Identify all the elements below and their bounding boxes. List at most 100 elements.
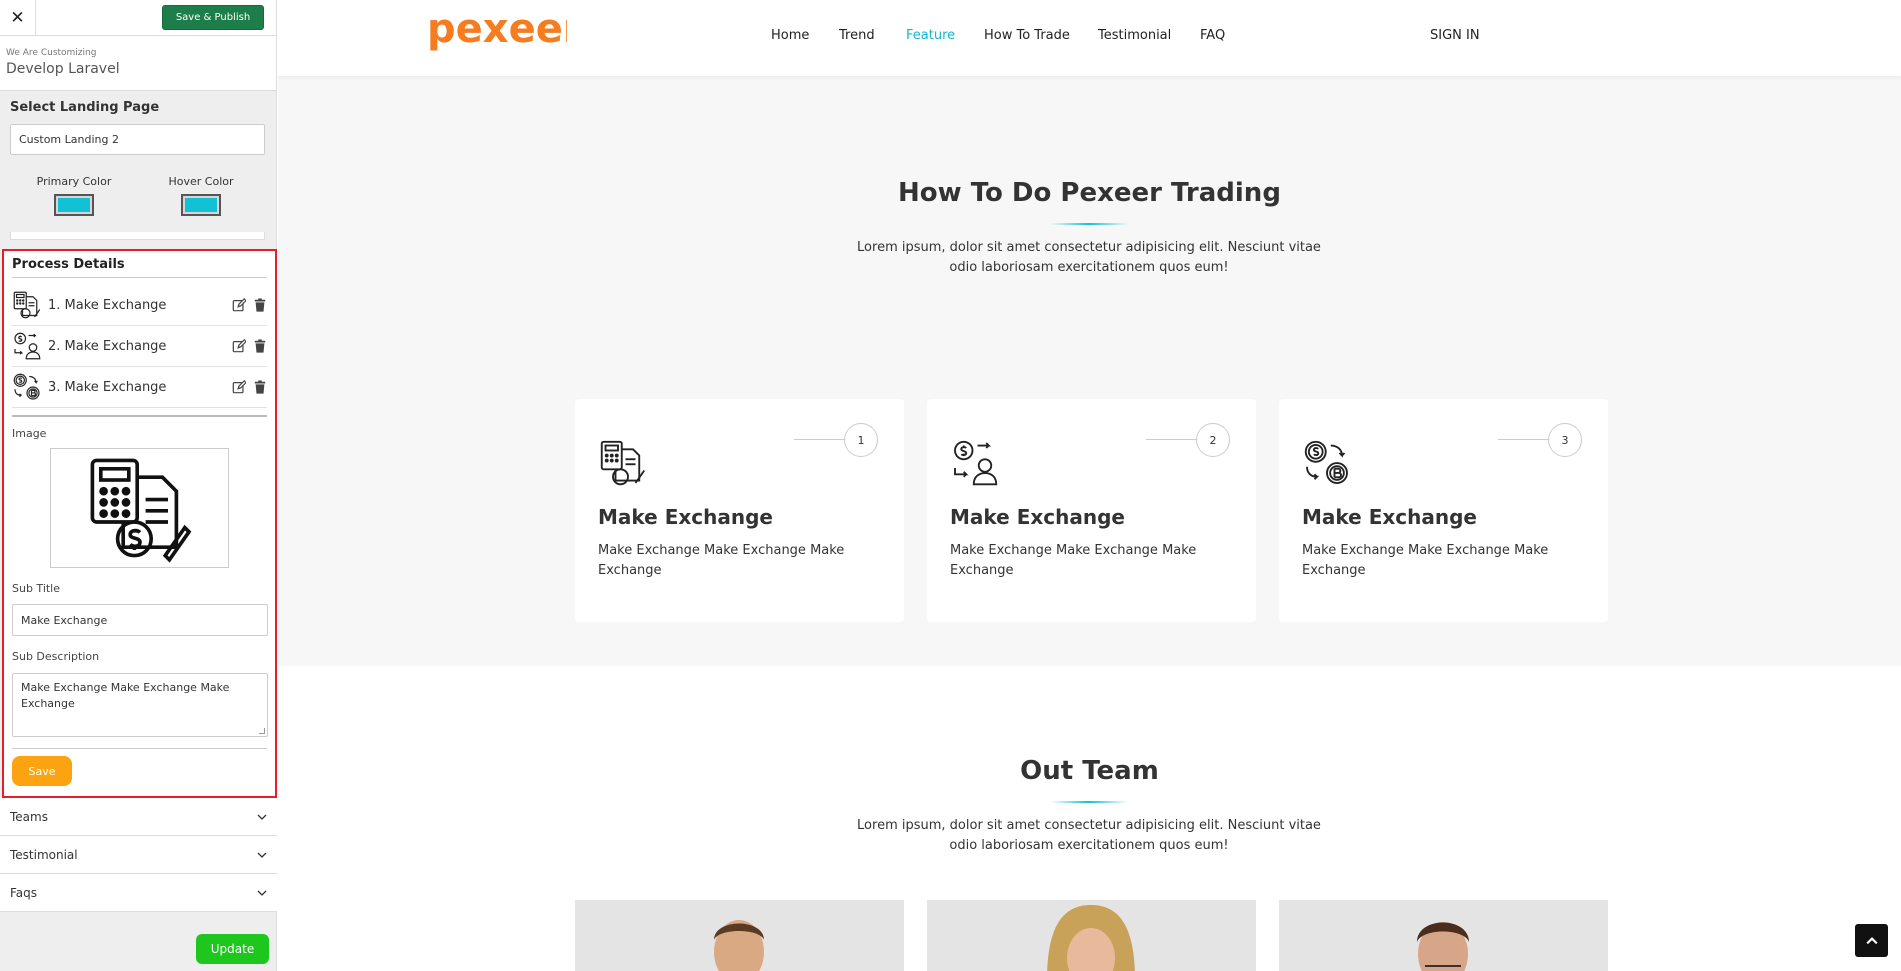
process-card: 1 Make Exchange Make Exchange Make Excha… <box>575 399 904 622</box>
how-to-section: How To Do Pexeer Trading Lorem ipsum, do… <box>278 76 1901 666</box>
how-to-title: How To Do Pexeer Trading <box>898 178 1281 208</box>
accordion-label: Testimonial <box>10 847 78 862</box>
save-publish-button[interactable]: Save & Publish <box>162 5 264 30</box>
close-icon[interactable]: ✕ <box>0 0 36 35</box>
title-underline <box>1050 223 1128 225</box>
team-member-photo <box>927 900 1256 971</box>
calculator-document-icon <box>600 440 646 486</box>
how-to-description: Lorem ipsum, dolor sit amet consectetur … <box>857 240 1321 275</box>
dollar-user-exchange-icon <box>14 332 41 360</box>
sidebar-topbar: ✕ Save & Publish <box>0 0 276 36</box>
divider <box>1498 439 1548 440</box>
primary-color-swatch[interactable] <box>54 194 94 216</box>
site-preview: pexeer Home Trend Feature How To Trade T… <box>278 0 1901 971</box>
nav-feature[interactable]: Feature <box>906 28 955 43</box>
card-description: Make Exchange Make Exchange Make Exchang… <box>598 543 845 578</box>
calculator-document-icon <box>90 458 191 563</box>
process-details-panel: Process Details 1. Make Exchange 2. Make… <box>2 249 277 798</box>
sub-title-label: Sub Title <box>12 582 61 595</box>
person-avatar-icon <box>1047 905 1135 971</box>
update-button[interactable]: Update <box>196 934 269 964</box>
delete-icon[interactable] <box>253 380 267 394</box>
divider <box>12 277 267 278</box>
accordion-testimonial[interactable]: Testimonial <box>0 836 277 874</box>
save-button[interactable]: Save <box>12 756 72 786</box>
nav-testimonial[interactable]: Testimonial <box>1098 28 1171 43</box>
nav-how-to-trade[interactable]: How To Trade <box>984 28 1070 43</box>
team-description: Lorem ipsum, dolor sit amet consectetur … <box>857 818 1321 853</box>
chevron-down-icon <box>257 814 267 820</box>
process-card: 2 Make Exchange Make Exchange Make Excha… <box>927 399 1256 622</box>
team-member-photo <box>575 900 904 971</box>
hover-color-label: Hover Color <box>168 175 234 188</box>
edit-icon[interactable] <box>232 339 246 353</box>
divider <box>794 439 844 440</box>
panel-edge <box>10 232 265 240</box>
chevron-up-icon <box>1865 936 1878 944</box>
card-title: Make Exchange <box>1302 505 1477 529</box>
nav-faq[interactable]: FAQ <box>1200 28 1225 43</box>
sub-title-input[interactable]: Make Exchange <box>12 604 268 636</box>
title-underline <box>1050 801 1128 803</box>
nav-trend[interactable]: Trend <box>839 28 875 43</box>
customizing-label: We Are Customizing <box>6 48 97 58</box>
card-title: Make Exchange <box>598 505 773 529</box>
hover-color-swatch[interactable] <box>181 194 221 216</box>
customizing-info: We Are Customizing Develop Laravel <box>0 36 276 91</box>
sub-description-value: Make Exchange Make Exchange Make Exchang… <box>21 681 230 710</box>
card-description: Make Exchange Make Exchange Make Exchang… <box>950 543 1197 578</box>
scroll-to-top-button[interactable] <box>1855 924 1888 957</box>
pexeer-logo[interactable]: pexeer <box>427 6 567 58</box>
calculator-document-icon <box>13 291 41 319</box>
step-number: 3 <box>1548 423 1582 457</box>
accordion-faqs[interactable]: Faqs <box>0 874 277 912</box>
divider <box>1146 439 1196 440</box>
team-member-photo <box>1279 900 1608 971</box>
sub-description-label: Sub Description <box>12 650 100 663</box>
process-card: 3 Make Exchange Make Exchange Make Excha… <box>1279 399 1608 622</box>
accordion-label: Faqs <box>10 885 38 900</box>
sign-in-link[interactable]: SIGN IN <box>1430 28 1480 43</box>
edit-icon[interactable] <box>232 380 246 394</box>
primary-color-picker[interactable]: Primary Color <box>24 175 124 216</box>
process-item[interactable]: 1. Make Exchange <box>12 285 267 326</box>
resize-handle[interactable] <box>259 728 265 734</box>
team-title: Out Team <box>1020 756 1159 786</box>
divider <box>12 748 267 749</box>
svg-text:pexeer: pexeer <box>427 6 567 52</box>
delete-icon[interactable] <box>253 339 267 353</box>
edit-icon[interactable] <box>232 298 246 312</box>
step-number: 2 <box>1196 423 1230 457</box>
site-navbar: pexeer Home Trend Feature How To Trade T… <box>278 0 1901 76</box>
accordion-teams[interactable]: Teams <box>0 798 277 836</box>
chevron-down-icon <box>257 852 267 858</box>
dollar-bitcoin-exchange-icon <box>13 373 40 400</box>
image-label: Image <box>12 427 47 440</box>
card-description: Make Exchange Make Exchange Make Exchang… <box>1302 543 1549 578</box>
delete-icon[interactable] <box>253 298 267 312</box>
customizer-sidebar: ✕ Save & Publish We Are Customizing Deve… <box>0 0 277 971</box>
process-item[interactable]: 2. Make Exchange <box>12 326 267 367</box>
landing-page-select[interactable]: Custom Landing 2 <box>10 124 265 155</box>
dollar-user-exchange-icon <box>954 440 998 486</box>
process-details-title: Process Details <box>12 257 125 272</box>
dollar-bitcoin-exchange-icon <box>1304 440 1348 484</box>
select-landing-title: Select Landing Page <box>10 100 160 115</box>
process-item[interactable]: 3. Make Exchange <box>12 367 267 408</box>
primary-color-label: Primary Color <box>36 175 112 188</box>
process-item-label: 3. Make Exchange <box>48 379 167 395</box>
process-item-label: 2. Make Exchange <box>48 338 167 354</box>
divider <box>12 415 267 417</box>
step-number: 1 <box>844 423 878 457</box>
process-item-label: 1. Make Exchange <box>48 297 167 313</box>
person-avatar-icon <box>1417 922 1469 971</box>
card-title: Make Exchange <box>950 505 1125 529</box>
hover-color-picker[interactable]: Hover Color <box>151 175 251 216</box>
site-name: Develop Laravel <box>6 61 120 77</box>
nav-home[interactable]: Home <box>771 28 809 43</box>
accordion-label: Teams <box>10 809 48 824</box>
person-avatar-icon <box>714 920 764 971</box>
image-preview[interactable] <box>50 448 229 568</box>
sub-description-textarea[interactable]: Make Exchange Make Exchange Make Exchang… <box>12 673 268 737</box>
chevron-down-icon <box>257 890 267 896</box>
